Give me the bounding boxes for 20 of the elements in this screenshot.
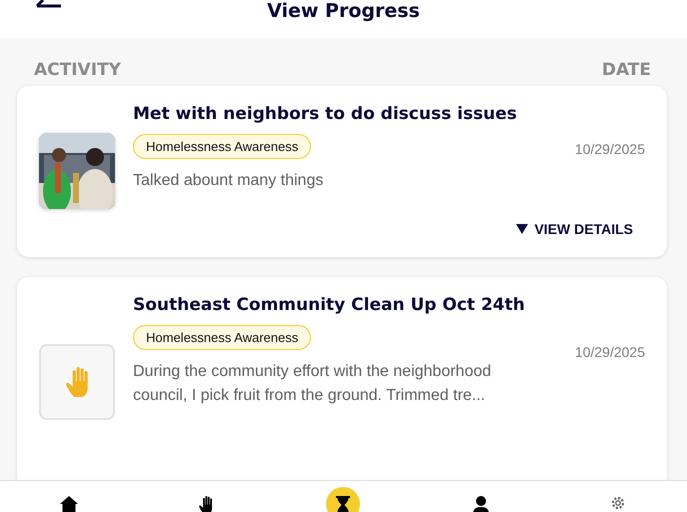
column-heading: DATE [602, 60, 651, 80]
settings-icon [611, 496, 626, 510]
nav-tab[interactable] [326, 487, 360, 512]
category-tag: Homelessness Awareness [133, 134, 312, 159]
category-tag: Homelessness Awareness [133, 325, 312, 350]
activity-description: Talked abount many things [133, 171, 324, 191]
activity-date: 10/29/2025 [574, 140, 645, 156]
page-title: View Progress [267, 0, 420, 22]
caret-icon [516, 224, 528, 234]
view-details-button[interactable]: VIEW DETAILS [516, 221, 633, 237]
activity-title: Southeast Community Clean Up Oct 24th [133, 295, 526, 315]
column-heading: ACTIVITY [34, 60, 121, 80]
activity-date: 10/29/2025 [574, 344, 645, 360]
activity-title: Met with neighbors to do discuss issues [133, 104, 518, 124]
person-icon [472, 496, 489, 512]
hourglass-icon [336, 496, 350, 512]
hand-icon [199, 496, 213, 512]
activity-description: During the community effort with the neighborhood council, I pick fruit from the ground. Trimmed tre... [133, 362, 492, 406]
hand-icon [66, 366, 88, 396]
home-icon [60, 496, 78, 512]
